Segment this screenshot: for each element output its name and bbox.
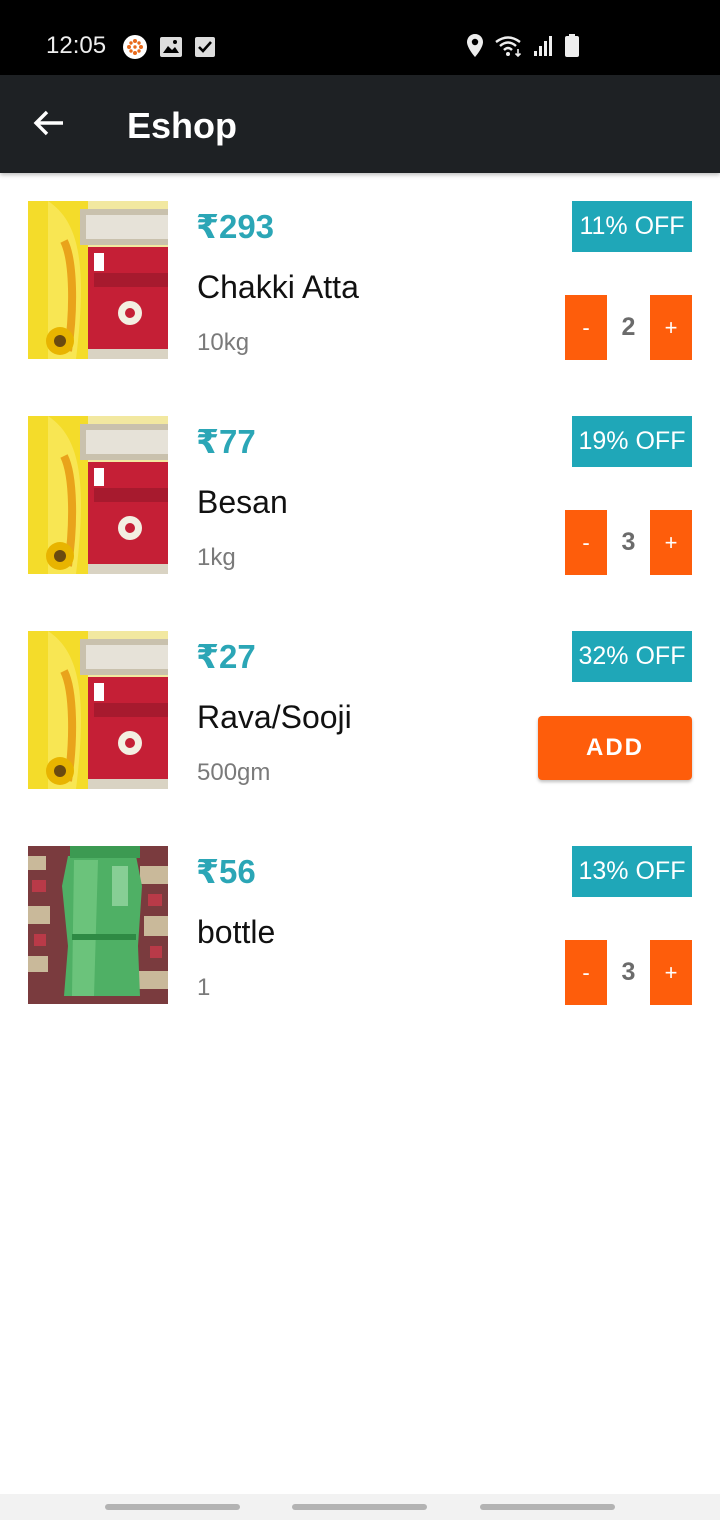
- product-item: ₹56 bottle 1 13% OFF - 3 +: [0, 846, 720, 1006]
- product-image[interactable]: [28, 201, 168, 359]
- product-image[interactable]: [28, 416, 168, 574]
- location-icon: [465, 33, 485, 64]
- product-item: ₹293 Chakki Atta 10kg 11% OFF - 2 +: [0, 201, 720, 361]
- add-to-cart-button[interactable]: ADD: [538, 716, 692, 780]
- increase-quantity-button[interactable]: +: [650, 510, 692, 575]
- nav-home-button[interactable]: [292, 1504, 427, 1510]
- status-system-icons: [465, 33, 580, 64]
- product-unit: 1kg: [197, 544, 236, 571]
- signal-icon: [533, 34, 555, 63]
- product-item: ₹27 Rava/Sooji 500gm 32% OFF ADD: [0, 631, 720, 791]
- quantity-value: 3: [621, 528, 636, 556]
- image-icon: [159, 36, 183, 63]
- decrease-quantity-button[interactable]: -: [565, 295, 607, 360]
- product-image[interactable]: [28, 631, 168, 789]
- product-image[interactable]: [28, 846, 168, 1004]
- product-name: bottle: [197, 914, 276, 950]
- status-notification-icons: [122, 34, 216, 65]
- nav-recent-apps-button[interactable]: [105, 1504, 240, 1510]
- status-time: 12:05: [46, 32, 107, 59]
- increase-quantity-button[interactable]: +: [650, 295, 692, 360]
- discount-badge: 11% OFF: [572, 201, 692, 252]
- decrease-quantity-button[interactable]: -: [565, 510, 607, 575]
- discount-badge: 19% OFF: [572, 416, 692, 467]
- app-notification-icon: [122, 34, 148, 65]
- product-name: Rava/Sooji: [197, 699, 352, 735]
- page-title: Eshop: [127, 105, 238, 146]
- product-unit: 10kg: [197, 329, 250, 356]
- nav-back-button[interactable]: [480, 1504, 615, 1510]
- product-unit: 500gm: [197, 759, 271, 786]
- system-navigation-bar: [0, 1494, 720, 1520]
- back-button[interactable]: [26, 102, 72, 148]
- product-price: ₹77: [196, 423, 256, 460]
- status-bar: 12:05: [0, 0, 720, 75]
- product-name: Besan: [197, 484, 288, 520]
- app-bar: Eshop: [0, 75, 720, 173]
- quantity-value: 2: [621, 313, 636, 341]
- quantity-stepper: - 2 +: [565, 295, 692, 360]
- product-item: ₹77 Besan 1kg 19% OFF - 3 +: [0, 416, 720, 576]
- wifi-icon: [494, 34, 524, 63]
- checkbox-icon: [194, 36, 216, 63]
- discount-badge: 32% OFF: [572, 631, 692, 682]
- quantity-stepper: - 3 +: [565, 940, 692, 1005]
- decrease-quantity-button[interactable]: -: [565, 940, 607, 1005]
- product-price: ₹27: [196, 638, 256, 675]
- arrow-back-icon: [33, 109, 65, 142]
- quantity-stepper: - 3 +: [565, 510, 692, 575]
- product-price: ₹293: [196, 208, 275, 245]
- battery-icon: [564, 33, 580, 64]
- product-price: ₹56: [196, 853, 256, 890]
- product-unit: 1: [197, 974, 211, 1001]
- increase-quantity-button[interactable]: +: [650, 940, 692, 1005]
- discount-badge: 13% OFF: [572, 846, 692, 897]
- quantity-value: 3: [621, 958, 636, 986]
- product-name: Chakki Atta: [197, 269, 359, 305]
